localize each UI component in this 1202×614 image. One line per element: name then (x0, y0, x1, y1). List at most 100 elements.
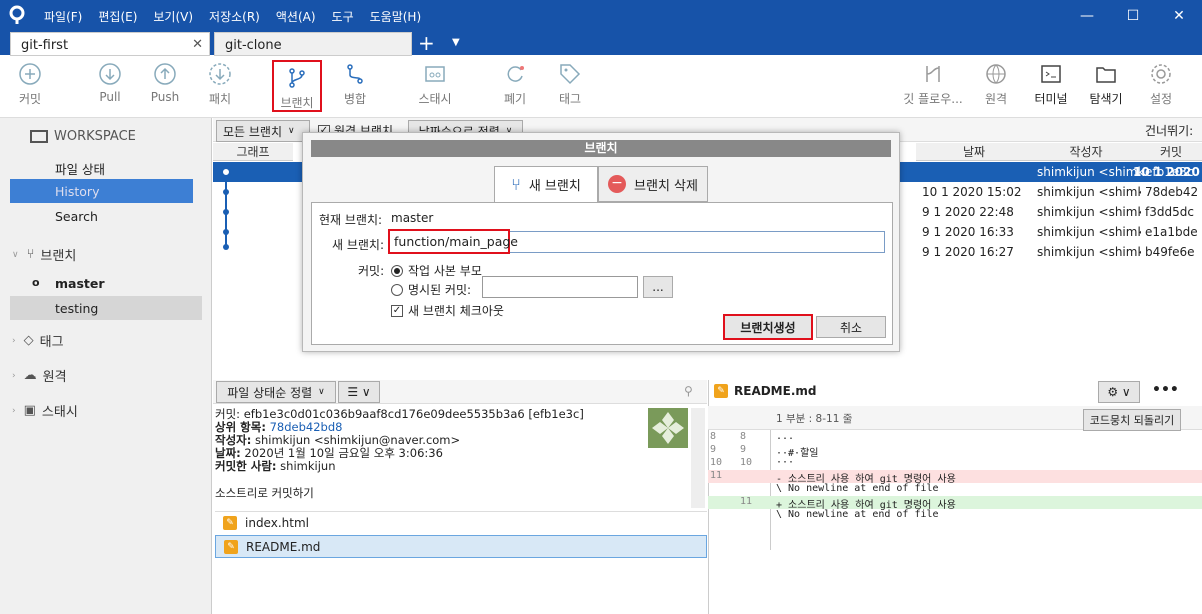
radio-working-copy-parent[interactable]: 작업 사본 부모 (391, 262, 482, 279)
browse-commit-button[interactable]: ... (643, 276, 673, 298)
create-branch-button[interactable]: 브랜치생성 (723, 314, 813, 340)
more-options-icon[interactable]: ••• (1152, 382, 1179, 398)
current-branch-label: 현재 브랜치: (319, 213, 383, 227)
discard-button[interactable]: 폐기 (485, 62, 545, 107)
branch-dialog: 브랜치 ⑂ 새 브랜치 − 브랜치 삭제 현재 브랜치: master 새 브랜… (302, 132, 900, 352)
checkout-new-branch-checkbox[interactable]: ✓ 새 브랜치 체크아웃 (391, 302, 504, 319)
column-header-commit[interactable]: 커밋 (1140, 143, 1202, 161)
modified-file-icon: ✎ (714, 384, 728, 398)
sidebar-item-master[interactable]: o master (10, 271, 193, 295)
search-icon[interactable]: ⚲ (684, 384, 693, 398)
tag-icon: ◇ (23, 333, 34, 348)
view-mode-select[interactable]: ☰ ∨ (338, 381, 380, 403)
sidebar-item-search[interactable]: Search (10, 204, 193, 228)
fetch-button[interactable]: 패치 (190, 62, 250, 107)
menu-file[interactable]: 파일(F) (44, 8, 82, 25)
diff-line-added: 11 + 소스트리 사용 하여 git 명령어 사용 (708, 496, 1202, 511)
menu-tools[interactable]: 도구 (332, 8, 354, 25)
git-flow-button[interactable]: 깃 플로우... (898, 62, 968, 107)
commit-label: 커밋: (358, 264, 385, 278)
radio-specified-commit[interactable]: 명시된 커밋: (391, 281, 471, 298)
new-branch-name-value[interactable]: function/main_page (388, 229, 518, 254)
chevron-right-icon: › (12, 405, 16, 416)
radio-selected-icon (391, 264, 403, 277)
branches-header[interactable]: ∨ ⑂ 브랜치 (12, 245, 76, 264)
terminal-button[interactable]: 터미널 (1021, 62, 1081, 107)
parent-label: 상위 항목: (215, 420, 266, 434)
add-tab-icon[interactable]: + (418, 31, 435, 55)
revert-hunk-button[interactable]: 코드뭉치 되돌리기 (1083, 409, 1181, 431)
graph-node[interactable] (223, 229, 229, 235)
pull-button[interactable]: Pull (80, 62, 140, 104)
diff-lines: 8 8... 9 9 ··#·할일 10 10 ··· 11- 소스트리 사용 하여 gi… (708, 431, 1202, 522)
hunk-label: 1 부분 : 8-11 줄 (776, 413, 853, 425)
file-sort-select[interactable]: 파일 상태순 정렬 ∨ (216, 381, 336, 403)
graph-node[interactable] (223, 244, 229, 250)
branch-filter-select[interactable]: 모든 브랜치 ∨ (216, 120, 310, 142)
graph-node[interactable] (223, 189, 229, 195)
graph-node[interactable] (223, 209, 229, 215)
sidebar-item-history[interactable]: History (10, 179, 193, 203)
tab-new-branch[interactable]: ⑂ 새 브랜치 (494, 166, 598, 202)
chevron-right-icon: › (12, 370, 16, 381)
tag-button[interactable]: 태그 (540, 62, 600, 107)
menu-actions[interactable]: 액션(A) (276, 8, 316, 25)
discard-icon (503, 62, 527, 86)
stashes-header[interactable]: › ▣ 스태시 (12, 401, 78, 420)
close-tab-icon[interactable]: ✕ (192, 37, 203, 52)
file-item-index[interactable]: ✎ index.html (215, 511, 707, 534)
stash-icon: ▣ (23, 403, 36, 418)
new-branch-label: 새 브랜치: (332, 238, 385, 252)
menu-help[interactable]: 도움말(H) (370, 8, 422, 25)
sidebar-item-file-status[interactable]: 파일 상태 (10, 154, 193, 178)
details-scrollbar[interactable] (691, 408, 705, 508)
diff-options-button[interactable]: ⚙ ∨ (1098, 381, 1140, 403)
merge-icon (343, 62, 367, 86)
file-item-readme[interactable]: ✎ README.md (215, 535, 707, 558)
stash-button[interactable]: 스태시 (405, 62, 465, 107)
chevron-down-icon: ∨ (288, 126, 295, 136)
menu-edit[interactable]: 편집(E) (98, 8, 137, 25)
graph-node[interactable] (221, 167, 231, 177)
radio-unselected-icon (391, 283, 403, 296)
date-value: 2020년 1월 10일 금요일 오후 3:06:36 (244, 446, 443, 460)
merge-button[interactable]: 병합 (325, 62, 385, 107)
branch-button[interactable]: 브랜치 (272, 60, 322, 112)
tab-git-clone[interactable]: git-clone (214, 32, 412, 56)
settings-button[interactable]: 설정 (1131, 62, 1191, 107)
gear-icon (1149, 62, 1173, 86)
author-value: shimkijun <shimkijun@naver.com> (255, 433, 461, 447)
maximize-button[interactable]: ☐ (1110, 0, 1156, 31)
specified-commit-input[interactable] (482, 276, 638, 298)
push-button[interactable]: Push (135, 62, 195, 104)
column-header-date[interactable]: 날짜 (916, 143, 1032, 161)
remotes-header[interactable]: › ☁ 원격 (12, 366, 67, 385)
tab-delete-branch[interactable]: − 브랜치 삭제 (598, 166, 708, 202)
branch-icon: ⑂ (511, 175, 521, 194)
committer-label: 커밋한 사람: (215, 459, 277, 473)
diff-line: 10 10 ··· (710, 457, 795, 468)
remote-button[interactable]: 원격 (966, 62, 1026, 107)
menu-view[interactable]: 보기(V) (153, 8, 193, 25)
commit-button[interactable]: 커밋 (0, 62, 60, 107)
tags-header[interactable]: › ◇ 태그 (12, 331, 64, 350)
monitor-icon (30, 130, 48, 143)
minimize-button[interactable]: — (1064, 0, 1110, 31)
tab-dropdown-icon[interactable]: ▼ (452, 37, 460, 48)
menu-repository[interactable]: 저장소(R) (209, 8, 260, 25)
remove-circle-icon: − (608, 175, 627, 193)
column-header-graph[interactable]: 그래프 (213, 143, 293, 161)
date-label: 날짜: (215, 446, 241, 460)
column-header-author[interactable]: 작성자 (1032, 143, 1140, 161)
parent-link[interactable]: 78deb42bd8 (270, 420, 343, 434)
sidebar-item-testing[interactable]: testing (10, 296, 202, 320)
current-branch-icon: o (32, 276, 40, 289)
commit-graph (221, 167, 231, 250)
cancel-button[interactable]: 취소 (816, 316, 886, 338)
close-button[interactable]: ✕ (1156, 0, 1202, 31)
tab-git-first[interactable]: git-first ✕ (10, 32, 210, 56)
git-flow-icon (921, 62, 945, 86)
committer-value: shimkijun (280, 459, 336, 473)
author-label: 작성자: (215, 433, 252, 447)
explorer-button[interactable]: 탐색기 (1076, 62, 1136, 107)
